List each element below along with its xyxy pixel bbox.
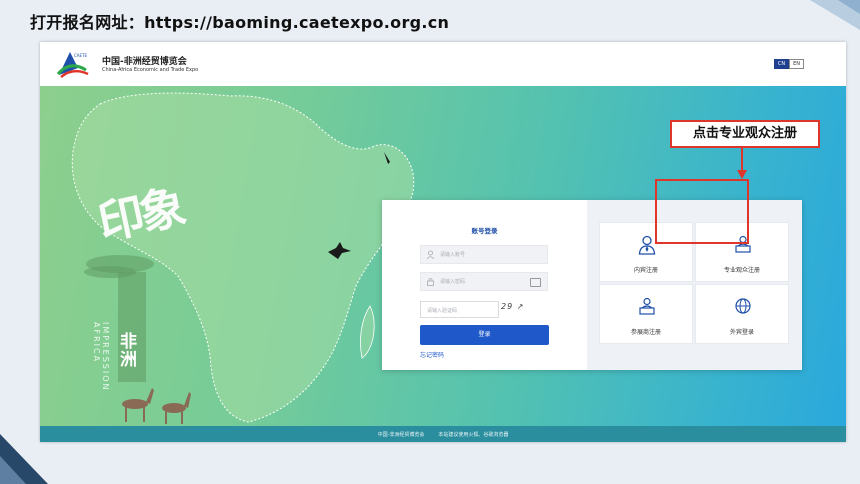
captcha-image[interactable]: 29 ↗ — [501, 302, 551, 317]
footer-org: 中国-非洲经贸博览会 — [377, 431, 425, 438]
hero-subtitle-en: IMPRESSION AFRICA — [92, 322, 110, 392]
password-input[interactable]: 请输入密码 — [420, 272, 548, 291]
slide-title: 打开报名网址：https://baoming.caetexpo.org.cn — [30, 13, 450, 32]
login-panel: 账号登录 请输入账号 请输入密码 请输入验证码 29 ↗ 登录 忘记密码 — [382, 200, 587, 370]
site-header: CAETE 中国-非洲经贸博览会 China-Africa Economic a… — [40, 42, 846, 86]
captcha-placeholder: 请输入验证码 — [427, 308, 458, 314]
footer-tip: 本站建议使用火狐、谷歌浏览器 — [438, 431, 509, 438]
lang-cn-button[interactable]: CN — [773, 59, 790, 69]
captcha-input[interactable]: 请输入验证码 — [420, 301, 499, 318]
instruction-callout: 点击专业观众注册 — [670, 120, 820, 148]
forgot-password-link[interactable]: 忘记密码 — [420, 350, 444, 359]
login-title: 账号登录 — [471, 227, 498, 235]
account-input[interactable]: 请输入账号 — [420, 245, 548, 264]
exhibitor-register-tile[interactable]: 参展商注册 — [599, 284, 693, 344]
login-button[interactable]: 登录 — [420, 325, 549, 345]
tile-label: 外宾登录 — [729, 329, 754, 336]
tile-label: 内宾注册 — [633, 267, 658, 274]
tile-label: 专业观众注册 — [723, 267, 760, 274]
account-placeholder: 请输入账号 — [440, 252, 466, 258]
site-name-cn: 中国-非洲经贸博览会 — [102, 57, 187, 67]
professional-visitor-highlight — [655, 179, 749, 244]
user-icon — [426, 250, 435, 260]
corner-decoration-top-inner — [838, 0, 860, 14]
person-tie-icon — [638, 235, 656, 255]
keyboard-icon[interactable] — [530, 278, 541, 287]
language-switcher: CN EN — [773, 59, 804, 69]
hero-subtitle-cn: 非洲 — [116, 332, 136, 368]
svg-text:CAETE: CAETE — [74, 53, 88, 58]
site-footer: 中国-非洲经贸博览会 本站建议使用火狐、谷歌浏览器 — [40, 426, 846, 442]
foreign-guest-login-tile[interactable]: 外宾登录 — [695, 284, 789, 344]
person-desk-icon — [639, 297, 655, 315]
caete-logo-icon: CAETE — [56, 52, 89, 78]
corner-decoration-bottom-inner — [0, 456, 26, 484]
site-name-en: China-Africa Economic and Trade Expo — [102, 67, 199, 73]
lock-icon — [426, 277, 435, 286]
lang-en-button[interactable]: EN — [789, 59, 804, 69]
password-placeholder: 请输入密码 — [440, 279, 466, 285]
globe-icon — [735, 298, 751, 314]
antelope-icon — [122, 388, 191, 424]
tile-label: 参展商注册 — [630, 329, 661, 336]
arrow-down-icon — [737, 148, 747, 179]
